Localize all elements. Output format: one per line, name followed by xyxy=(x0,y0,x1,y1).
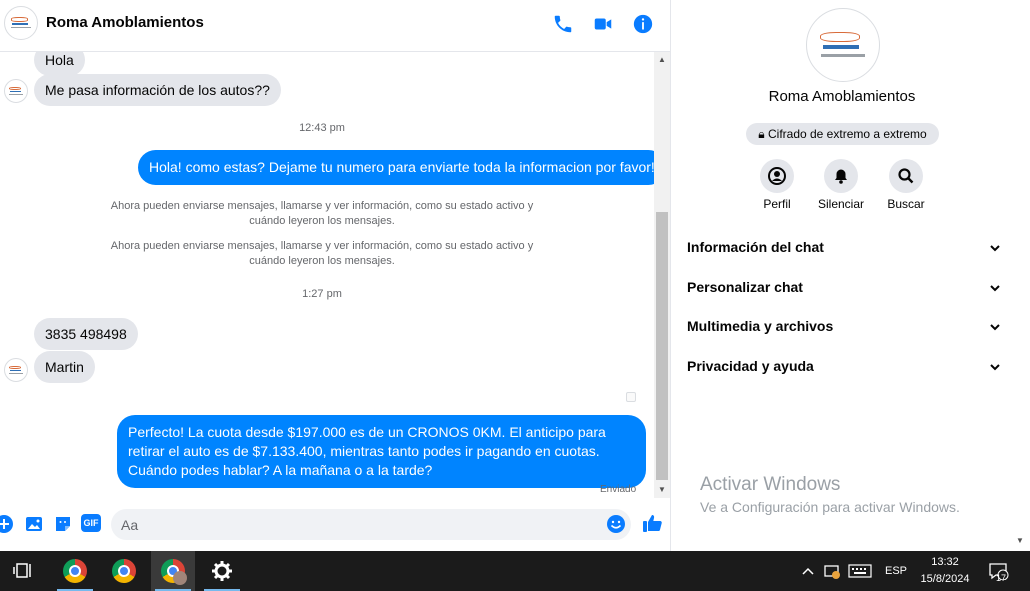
chrome-icon xyxy=(63,559,87,583)
encryption-label: Cifrado de extremo a extremo xyxy=(767,127,927,141)
mute-button[interactable] xyxy=(824,159,858,193)
profile-label: Perfil xyxy=(763,197,791,211)
scroll-down-arrow[interactable]: ▼ xyxy=(1016,536,1024,545)
sticker-icon[interactable] xyxy=(53,514,73,534)
message-timestamp: 12:43 pm xyxy=(299,122,345,134)
app-window: Roma Amoblamientos Hola Me pasa informac… xyxy=(0,0,1030,591)
chevron-down-icon xyxy=(990,324,1000,331)
system-message: Ahora pueden enviarse mensajes, llamarse… xyxy=(110,200,534,227)
mute-label: Silenciar xyxy=(817,197,865,211)
windows-activation-title: Activar Windows xyxy=(700,474,841,495)
profile-name: Roma Amoblamientos xyxy=(768,88,916,105)
video-icon[interactable] xyxy=(592,13,614,35)
chat-panel: Roma Amoblamientos Hola Me pasa informac… xyxy=(0,0,671,551)
chat-info-panel: Roma Amoblamientos 🔒︎ Cifrado de extremo… xyxy=(672,0,1030,551)
image-icon[interactable] xyxy=(24,514,44,534)
profile-button[interactable] xyxy=(760,159,794,193)
scroll-down-arrow[interactable]: ▼ xyxy=(654,482,670,498)
section-chat-info[interactable]: Información del chat xyxy=(687,237,1002,261)
profile-avatar[interactable] xyxy=(806,8,880,82)
section-label: Privacidad y ayuda xyxy=(687,358,814,374)
task-view-button[interactable] xyxy=(2,551,46,591)
search-label: Buscar xyxy=(887,197,925,211)
scroll-up-arrow[interactable]: ▲ xyxy=(654,52,670,68)
section-label: Información del chat xyxy=(687,239,824,255)
gif-icon[interactable]: GIF xyxy=(81,514,101,532)
keyboard-icon[interactable] xyxy=(848,564,872,578)
encryption-badge[interactable]: 🔒︎ Cifrado de extremo a extremo xyxy=(746,123,939,145)
emoji-icon[interactable] xyxy=(606,514,626,534)
chevron-up-icon[interactable] xyxy=(800,564,816,578)
composer: GIF xyxy=(0,500,670,551)
plus-icon[interactable] xyxy=(0,514,14,534)
search-button[interactable] xyxy=(889,159,923,193)
sent-status: Enviado xyxy=(600,484,637,495)
chat-header: Roma Amoblamientos xyxy=(0,0,670,52)
system-message: Ahora pueden enviarse mensajes, llamarse… xyxy=(110,240,534,267)
contact-avatar[interactable] xyxy=(4,6,38,40)
info-icon[interactable] xyxy=(632,13,654,35)
windows-taskbar: ESP 13:32 15/8/2024 xyxy=(0,551,1030,591)
taskbar-chrome-3[interactable] xyxy=(151,551,195,591)
message-input-wrapper xyxy=(111,509,631,540)
phone-icon[interactable] xyxy=(552,13,574,35)
sender-avatar[interactable] xyxy=(4,358,28,382)
sender-avatar[interactable] xyxy=(4,79,28,103)
search-icon xyxy=(898,168,914,184)
message-timestamp: 1:27 pm xyxy=(302,288,342,300)
message-incoming: Me pasa información de los autos?? xyxy=(34,74,281,106)
message-incoming: Hola xyxy=(34,52,85,76)
section-label: Multimedia y archivos xyxy=(687,318,834,334)
lock-icon: 🔒︎ xyxy=(758,127,765,141)
message-outgoing: Perfecto! La cuota desde $197.000 es de … xyxy=(117,415,646,488)
message-incoming: Martin xyxy=(34,351,95,383)
message-input[interactable] xyxy=(121,509,601,540)
chevron-down-icon xyxy=(990,245,1000,252)
like-icon[interactable] xyxy=(641,512,663,534)
chevron-down-icon xyxy=(990,364,1000,371)
taskbar-chrome-1[interactable] xyxy=(53,551,97,591)
notification-count: 17 xyxy=(996,573,1007,583)
clock-time[interactable]: 13:32 xyxy=(910,555,980,570)
language-indicator[interactable]: ESP xyxy=(885,565,907,577)
chrome-icon xyxy=(112,559,136,583)
message-outgoing: Hola! como estas? Dejame tu numero para … xyxy=(138,150,666,185)
message-list[interactable]: Hola Me pasa información de los autos?? … xyxy=(0,52,670,498)
taskbar-settings[interactable] xyxy=(200,551,244,591)
clock-date[interactable]: 15/8/2024 xyxy=(910,572,980,587)
chat-scrollbar[interactable]: ▲ ▼ xyxy=(654,52,670,498)
bell-icon xyxy=(835,169,847,184)
taskbar-chrome-2[interactable] xyxy=(102,551,146,591)
section-media-files[interactable]: Multimedia y archivos xyxy=(687,316,1002,340)
section-label: Personalizar chat xyxy=(687,279,803,295)
chevron-down-icon xyxy=(990,285,1000,292)
section-privacy-help[interactable]: Privacidad y ayuda xyxy=(687,356,1002,380)
profile-icon xyxy=(768,167,786,185)
profile-badge xyxy=(173,571,187,585)
seen-indicator xyxy=(626,392,636,402)
task-view-icon xyxy=(13,563,31,578)
windows-activation-subtitle: Ve a Configuración para activar Windows. xyxy=(700,499,960,515)
contact-name[interactable]: Roma Amoblamientos xyxy=(46,14,204,31)
scroll-thumb[interactable] xyxy=(656,212,668,480)
gear-icon xyxy=(212,561,232,581)
section-customize-chat[interactable]: Personalizar chat xyxy=(687,277,1002,301)
message-incoming: 3835 498498 xyxy=(34,318,138,350)
network-icon[interactable] xyxy=(823,562,841,580)
